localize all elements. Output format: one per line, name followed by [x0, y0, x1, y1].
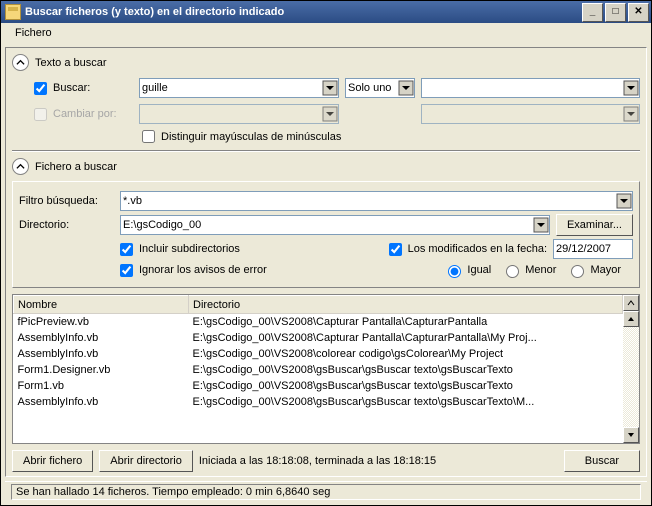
- file-search-header: Fichero a buscar: [35, 161, 117, 173]
- incluir-sub-checkbox[interactable]: [120, 243, 133, 256]
- content-panel: Texto a buscar Buscar: guille Solo uno C…: [5, 47, 647, 477]
- scroll-track[interactable]: [623, 327, 639, 427]
- chevron-up-icon: [627, 299, 635, 307]
- collapse-file-search[interactable]: [12, 158, 29, 175]
- statusbar-text: Se han hallado 14 ficheros. Tiempo emple…: [11, 484, 641, 500]
- abrir-fichero-button[interactable]: Abrir fichero: [12, 450, 93, 472]
- collapse-text-search[interactable]: [12, 54, 29, 71]
- buscar-checkbox[interactable]: [34, 82, 47, 95]
- mod-fecha-label: Los modificados en la fecha:: [408, 243, 547, 255]
- vertical-scrollbar[interactable]: [623, 295, 639, 443]
- radio-mayor[interactable]: [571, 265, 584, 278]
- titlebar: Buscar ficheros (y texto) en el director…: [1, 1, 651, 23]
- cambiar-input: [139, 104, 339, 124]
- directorio-input[interactable]: E:\gsCodigo_00: [120, 215, 550, 235]
- statusbar: Se han hallado 14 ficheros. Tiempo emple…: [5, 481, 647, 501]
- minimize-button[interactable]: _: [582, 3, 603, 22]
- fecha-input[interactable]: [553, 239, 633, 259]
- triangle-down-icon: [627, 431, 635, 439]
- table-row[interactable]: AssemblyInfo.vbE:\gsCodigo_00\VS2008\Cap…: [14, 330, 623, 346]
- buscar-extra-select[interactable]: [421, 78, 640, 98]
- radio-menor[interactable]: [506, 265, 519, 278]
- triangle-up-icon: [627, 315, 635, 323]
- chevron-up-icon: [16, 58, 25, 67]
- app-window: Buscar ficheros (y texto) en el director…: [0, 0, 652, 506]
- status-inline: Iniciada a las 18:18:08, terminada a las…: [199, 455, 436, 467]
- scroll-column-button[interactable]: [623, 295, 639, 311]
- buscar-button[interactable]: Buscar: [564, 450, 640, 472]
- chevron-up-icon: [16, 162, 25, 171]
- cambiar-checkbox: [34, 108, 47, 121]
- table-row[interactable]: Form1.vbE:\gsCodigo_00\VS2008\gsBuscar\g…: [14, 378, 623, 394]
- filtro-label: Filtro búsqueda:: [19, 195, 114, 207]
- cambiar-extra-select: [421, 104, 640, 124]
- text-search-header: Texto a buscar: [35, 57, 107, 69]
- ignorar-err-checkbox[interactable]: [120, 264, 133, 277]
- abrir-directorio-button[interactable]: Abrir directorio: [99, 450, 193, 472]
- examinar-button[interactable]: Examinar...: [556, 214, 633, 236]
- table-row[interactable]: Form1.Designer.vbE:\gsCodigo_00\VS2008\g…: [14, 362, 623, 378]
- table-row[interactable]: AssemblyInfo.vbE:\gsCodigo_00\VS2008\col…: [14, 346, 623, 362]
- window-title: Buscar ficheros (y texto) en el director…: [25, 6, 582, 18]
- incluir-sub-label: Incluir subdirectorios: [139, 243, 240, 255]
- ignorar-err-label: Ignorar los avisos de error: [139, 264, 267, 276]
- radio-igual[interactable]: [448, 265, 461, 278]
- directorio-label: Directorio:: [19, 219, 114, 231]
- fecha-radio-group: Igual Menor Mayor: [443, 262, 621, 278]
- distinguir-checkbox[interactable]: [142, 130, 155, 143]
- solo-uno-select[interactable]: Solo uno: [345, 78, 415, 98]
- scroll-down-button[interactable]: [623, 427, 639, 443]
- results-table: Nombre Directorio fPicPreview.vbE:\gsCod…: [12, 294, 640, 444]
- buscar-input[interactable]: guille: [139, 78, 339, 98]
- menubar: Fichero: [1, 23, 651, 43]
- app-icon: [5, 4, 21, 20]
- col-nombre[interactable]: Nombre: [14, 296, 189, 314]
- distinguir-label: Distinguir mayúsculas de minúsculas: [161, 131, 341, 143]
- filtro-input[interactable]: *.vb: [120, 191, 633, 211]
- maximize-button[interactable]: □: [605, 3, 626, 22]
- table-row[interactable]: fPicPreview.vbE:\gsCodigo_00\VS2008\Capt…: [14, 314, 623, 330]
- table-row[interactable]: AssemblyInfo.vbE:\gsCodigo_00\VS2008\gsB…: [14, 394, 623, 410]
- col-directorio[interactable]: Directorio: [189, 296, 623, 314]
- mod-fecha-checkbox[interactable]: [389, 243, 402, 256]
- cambiar-label: Cambiar por:: [53, 108, 133, 120]
- scroll-up-button[interactable]: [623, 311, 639, 327]
- buscar-label: Buscar:: [53, 82, 133, 94]
- menu-fichero[interactable]: Fichero: [9, 25, 58, 41]
- close-button[interactable]: ✕: [628, 3, 649, 22]
